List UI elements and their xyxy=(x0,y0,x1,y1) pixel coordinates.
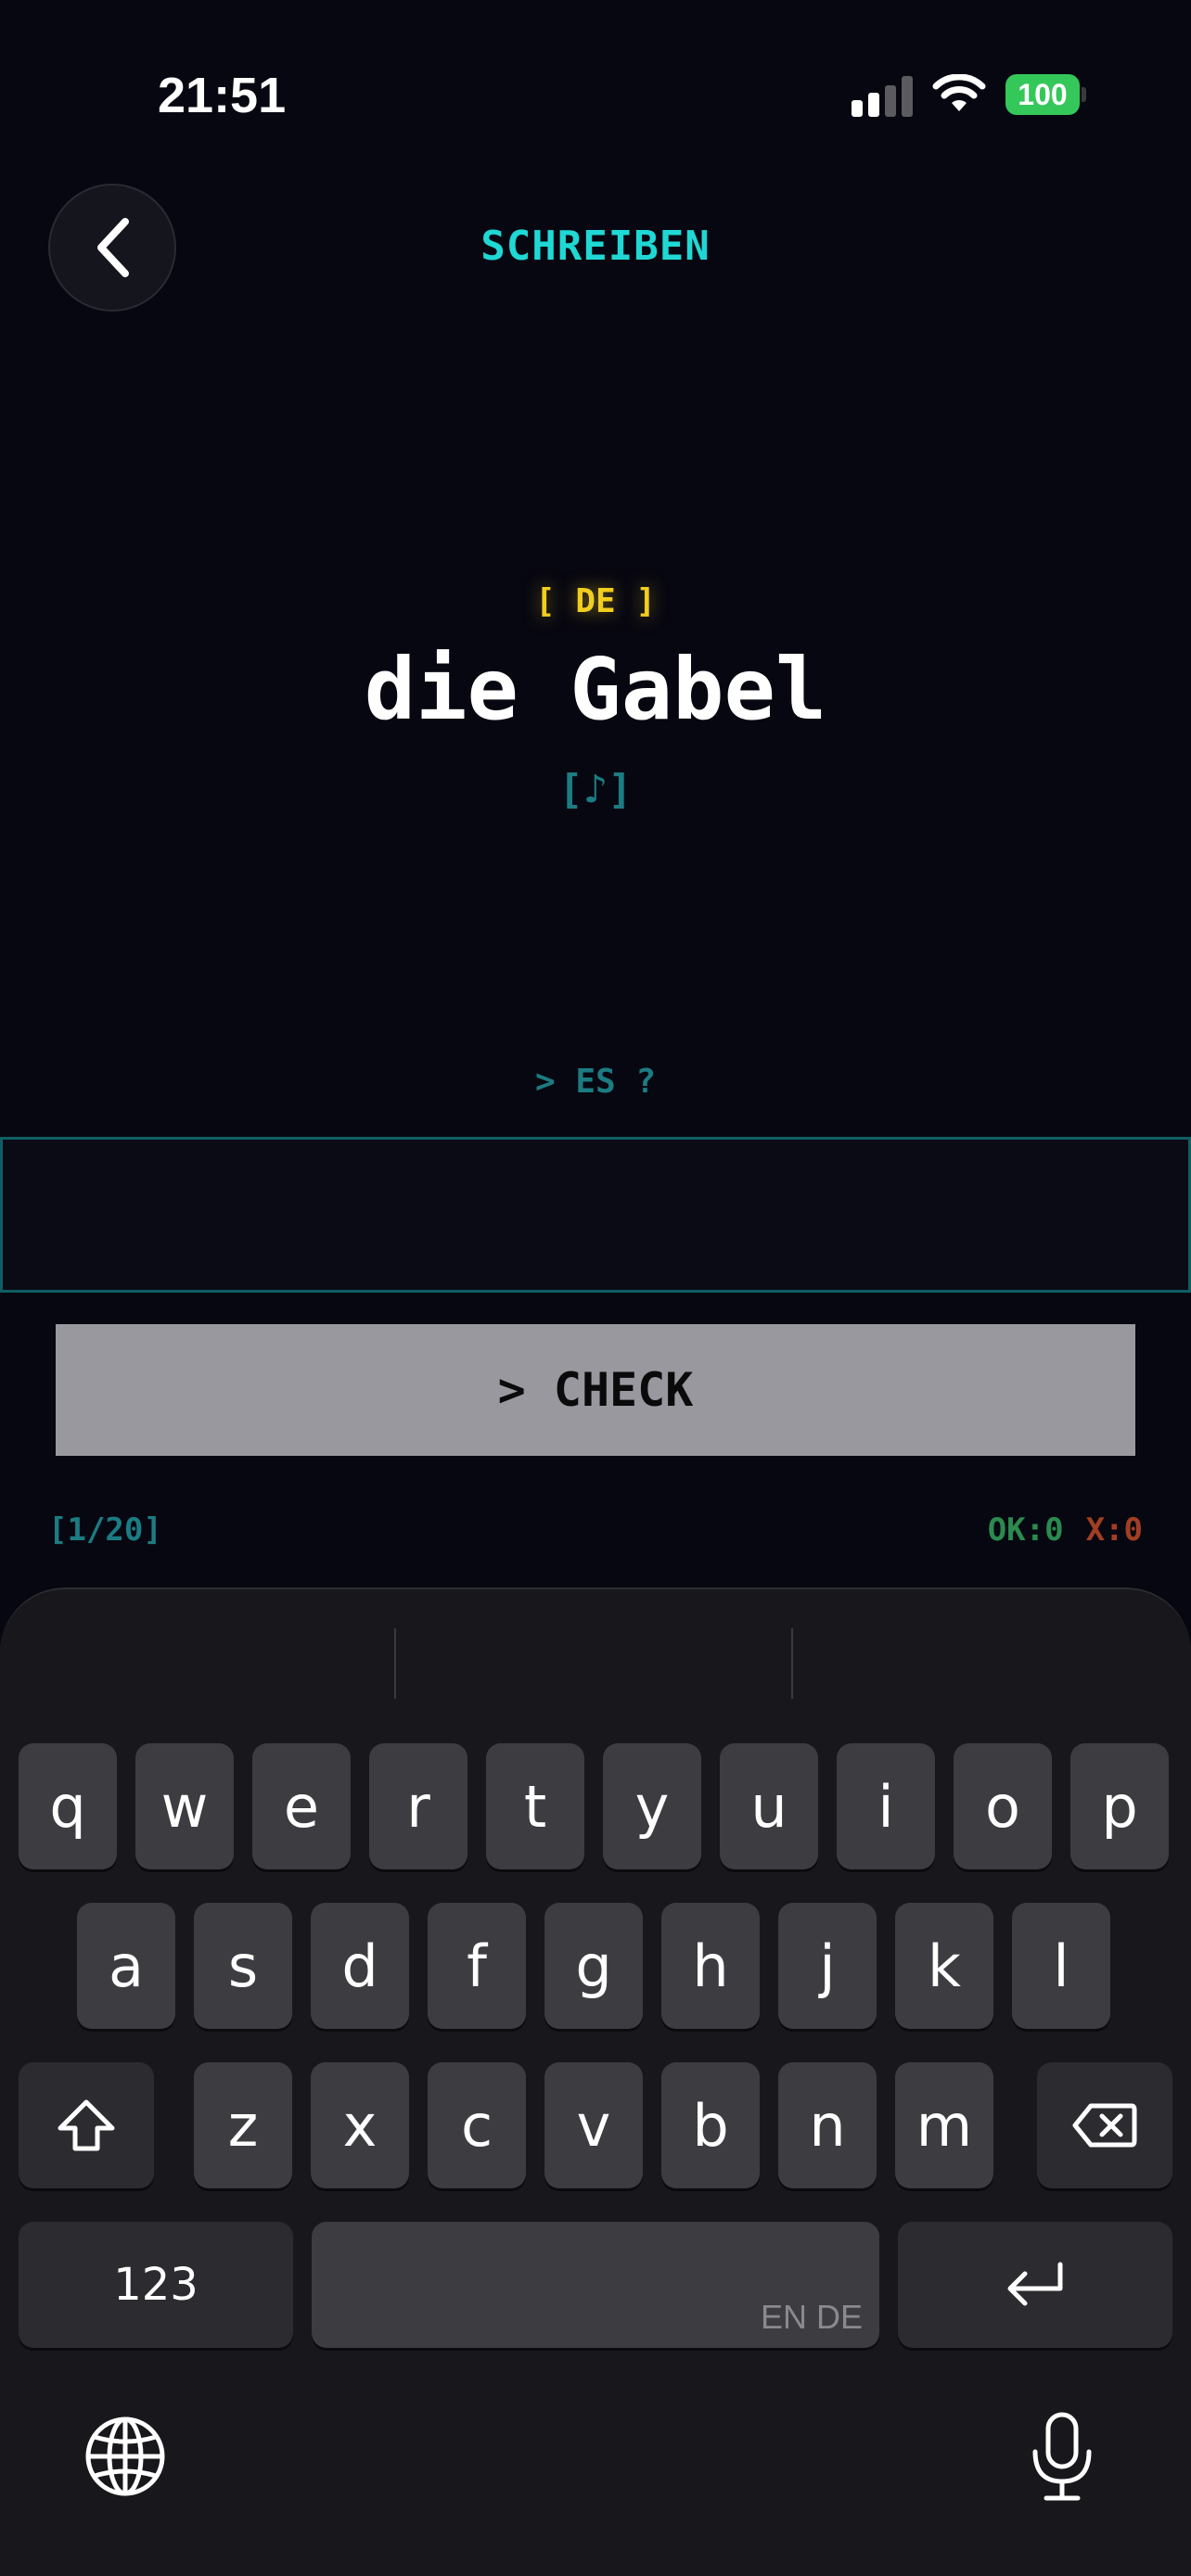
cellular-signal-icon xyxy=(852,76,913,117)
battery-cap xyxy=(1082,87,1086,102)
answer-input[interactable] xyxy=(0,1137,1191,1293)
key-n[interactable]: n xyxy=(778,2062,877,2188)
check-button[interactable]: > CHECK xyxy=(56,1324,1135,1456)
microphone-icon[interactable] xyxy=(1030,2411,1095,2504)
key-t[interactable]: t xyxy=(486,1743,584,1869)
key-b[interactable]: b xyxy=(661,2062,760,2188)
key-j[interactable]: j xyxy=(778,1903,877,2029)
source-language-tag: [ DE ] xyxy=(534,582,657,620)
delete-key[interactable] xyxy=(1037,2062,1172,2188)
correct-count: OK:0 xyxy=(987,1511,1064,1549)
space-bar[interactable]: EN DE xyxy=(312,2222,879,2348)
key-r[interactable]: r xyxy=(369,1743,467,1869)
key-h[interactable]: h xyxy=(661,1903,760,2029)
key-i[interactable]: i xyxy=(837,1743,935,1869)
key-f[interactable]: f xyxy=(428,1903,526,2029)
key-p[interactable]: p xyxy=(1070,1743,1169,1869)
key-k[interactable]: k xyxy=(895,1903,993,2029)
shift-arrow-icon xyxy=(58,2099,115,2151)
key-y[interactable]: y xyxy=(603,1743,701,1869)
battery-level: 100 xyxy=(1005,74,1080,115)
page-title: SCHREIBEN xyxy=(480,223,711,270)
key-c[interactable]: c xyxy=(428,2062,526,2188)
numbers-key[interactable]: 123 xyxy=(19,2222,293,2348)
wifi-icon xyxy=(932,74,986,111)
backspace-icon xyxy=(1072,2103,1137,2148)
return-arrow-icon xyxy=(1007,2262,1063,2306)
shift-key[interactable] xyxy=(19,2062,154,2188)
key-w[interactable]: w xyxy=(135,1743,234,1869)
battery-indicator: 100 xyxy=(1005,74,1086,115)
key-l[interactable]: l xyxy=(1012,1903,1110,2029)
key-e[interactable]: e xyxy=(252,1743,351,1869)
suggestion-divider xyxy=(394,1628,396,1699)
key-s[interactable]: s xyxy=(194,1903,292,2029)
key-d[interactable]: d xyxy=(311,1903,409,2029)
key-q[interactable]: q xyxy=(19,1743,117,1869)
status-time: 21:51 xyxy=(158,68,287,123)
key-a[interactable]: a xyxy=(77,1903,175,2029)
progress-counter: [1/20] xyxy=(48,1511,162,1549)
key-m[interactable]: m xyxy=(895,2062,993,2188)
key-g[interactable]: g xyxy=(544,1903,643,2029)
space-bar-languages: EN DE xyxy=(760,2298,863,2336)
prompt-word: die Gabel xyxy=(364,640,827,739)
key-o[interactable]: o xyxy=(954,1743,1052,1869)
key-x[interactable]: x xyxy=(311,2062,409,2188)
on-screen-keyboard: q w e r t y u i o p a s d f g h j k l z … xyxy=(0,1588,1191,2576)
score-counter: OK:0 X:0 xyxy=(988,1511,1143,1549)
target-language-prompt: > ES ? xyxy=(534,1063,657,1101)
wrong-count: X:0 xyxy=(1085,1511,1143,1549)
play-audio-button[interactable]: [♪] xyxy=(549,766,642,822)
key-u[interactable]: u xyxy=(720,1743,818,1869)
suggestion-divider xyxy=(791,1628,793,1699)
key-z[interactable]: z xyxy=(194,2062,292,2188)
key-v[interactable]: v xyxy=(544,2062,643,2188)
return-key[interactable] xyxy=(898,2222,1172,2348)
globe-icon[interactable] xyxy=(83,2415,167,2498)
